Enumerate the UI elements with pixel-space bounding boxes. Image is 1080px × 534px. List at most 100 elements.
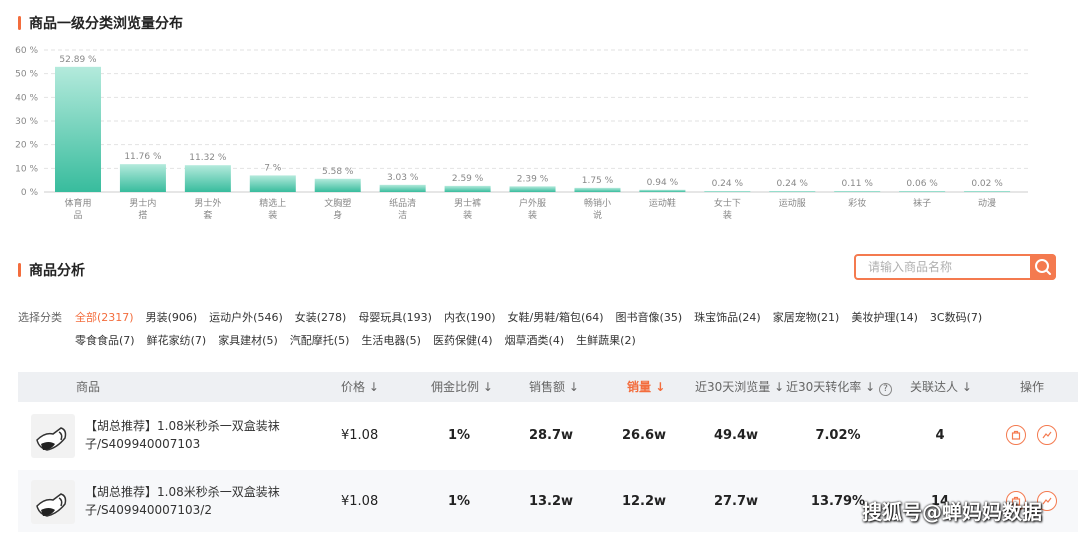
product-search (854, 254, 1056, 280)
data-label: 3.03 % (387, 173, 419, 183)
filter-option[interactable]: 3C数码(7) (930, 309, 982, 325)
x-tick-label: 袜子 (913, 197, 931, 209)
filter-option[interactable]: 内衣(190) (444, 309, 496, 325)
header-views30[interactable]: 近30天浏览量 ↓ (695, 372, 784, 402)
y-tick-label: 20 % (15, 141, 38, 151)
analysis-section-title: 商品分析 (18, 260, 85, 280)
bar[interactable] (379, 184, 426, 192)
shop-button[interactable] (1006, 425, 1026, 445)
data-label: 11.32 % (189, 153, 227, 163)
filter-option[interactable]: 烟草酒类(4) (505, 332, 565, 348)
bar[interactable] (509, 186, 556, 192)
filter-row: 全部(2317) 男装(906) 运动户外(546) 女装(278) 母婴玩具(193)… (75, 309, 1035, 332)
help-icon[interactable]: ? (878, 383, 892, 396)
product-name[interactable]: 【胡总推荐】1.08米秒杀一双盒装袜子/S409940007103 (85, 417, 285, 453)
x-tick-label: 身 (333, 209, 342, 221)
views30-cell: 27.7w (713, 493, 759, 509)
header-sales-volume[interactable]: 销量 ↓ (627, 372, 665, 402)
bar[interactable] (574, 187, 621, 192)
x-tick-label: 男士内 (129, 197, 156, 209)
bar[interactable] (639, 189, 686, 192)
x-tick-label: 户外服 (519, 197, 546, 209)
product-thumbnail[interactable] (31, 414, 75, 458)
filter-option[interactable]: 男装(906) (146, 309, 198, 325)
bar[interactable] (314, 178, 361, 192)
data-label: 0.24 % (777, 179, 809, 189)
data-label: 2.39 % (517, 174, 549, 184)
filter-option[interactable]: 家居宠物(21) (773, 309, 840, 325)
x-tick-label: 男士裤 (454, 197, 481, 209)
bar[interactable] (704, 191, 751, 192)
x-tick-label: 动漫 (978, 197, 996, 209)
search-icon (1035, 259, 1051, 275)
sales-volume-cell: 26.6w (621, 427, 667, 443)
data-label: 2.59 % (452, 174, 484, 184)
bar[interactable] (899, 191, 946, 192)
bar[interactable] (119, 164, 166, 192)
x-tick-label: 搭 (138, 209, 147, 221)
data-label: 11.76 % (124, 152, 162, 162)
filter-option[interactable]: 美妆护理(14) (851, 309, 918, 325)
header-ops: 操作 (1020, 380, 1045, 394)
filter-option[interactable]: 生活电器(5) (361, 332, 421, 348)
chart-section-title: 商品一级分类浏览量分布 (18, 13, 183, 33)
filter-option[interactable]: 全部(2317) (75, 309, 134, 325)
influencers-cell: 4 (935, 427, 945, 443)
bar[interactable] (55, 66, 101, 192)
filter-option[interactable]: 零食食品(7) (75, 332, 135, 348)
filter-row: 零食食品(7) 鲜花家纺(7) 家具建材(5) 汽配摩托(5) 生活电器(5) 医药保健(… (75, 332, 1035, 355)
header-influencers[interactable]: 关联达人 ↓ (910, 372, 972, 402)
search-input[interactable] (856, 256, 1030, 278)
data-label: 0.02 % (971, 179, 1003, 189)
product-thumbnail[interactable] (31, 480, 75, 524)
chart-title: 商品一级分类浏览量分布 (29, 16, 183, 32)
x-tick-label: 装 (268, 209, 277, 221)
filter-label: 选择分类 (18, 311, 62, 324)
bar[interactable] (444, 185, 491, 192)
category-filters: 全部(2317) 男装(906) 运动户外(546) 女装(278) 母婴玩具(193)… (75, 309, 1035, 355)
x-tick-label: 运动鞋 (649, 197, 676, 209)
data-label: 0.94 % (647, 178, 679, 188)
filter-option[interactable]: 图书音像(35) (616, 309, 683, 325)
filter-option[interactable]: 医药保健(4) (433, 332, 493, 348)
filter-option[interactable]: 母婴玩具(193) (358, 309, 432, 325)
data-label: 5.58 % (322, 167, 354, 177)
filter-option[interactable]: 汽配摩托(5) (290, 332, 350, 348)
x-tick-label: 装 (528, 209, 537, 221)
y-tick-label: 0 % (21, 188, 39, 198)
filter-option[interactable]: 家具建材(5) (218, 332, 278, 348)
analysis-title: 商品分析 (29, 263, 85, 279)
sales-amount-cell: 28.7w (528, 427, 574, 443)
bar[interactable] (184, 165, 231, 192)
header-price[interactable]: 价格 ↓ (341, 372, 379, 402)
bar[interactable] (964, 191, 1011, 192)
bar[interactable] (249, 175, 296, 192)
product-name[interactable]: 【胡总推荐】1.08米秒杀一双盒装袜子/S409940007103/2 (85, 483, 285, 519)
x-tick-label: 洁 (398, 209, 407, 221)
views30-cell: 49.4w (713, 427, 759, 443)
filter-option[interactable]: 生鲜蔬果(2) (576, 332, 636, 348)
y-tick-label: 60 % (15, 46, 38, 56)
header-commission[interactable]: 佣金比例 ↓ (431, 372, 493, 402)
filter-option[interactable]: 鲜花家纺(7) (147, 332, 207, 348)
filter-option[interactable]: 珠宝饰品(24) (694, 309, 761, 325)
trend-button[interactable] (1037, 425, 1057, 445)
header-sales-amount[interactable]: 销售额 ↓ (529, 372, 579, 402)
y-tick-label: 40 % (15, 93, 38, 103)
filter-option[interactable]: 女鞋/男鞋/箱包(64) (508, 309, 604, 325)
header-product: 商品 (76, 380, 101, 394)
bar[interactable] (834, 191, 881, 192)
search-button[interactable] (1030, 254, 1056, 280)
commission-cell: 1% (447, 427, 471, 443)
y-tick-label: 30 % (15, 117, 38, 127)
filter-option[interactable]: 女装(278) (295, 309, 347, 325)
title-accent-bar (18, 263, 21, 277)
header-conv30[interactable]: 近30天转化率 ↓ ? (786, 372, 892, 402)
data-label: 0.24 % (712, 179, 744, 189)
x-tick-label: 女士下 (714, 197, 741, 209)
sales-amount-cell: 13.2w (528, 493, 574, 509)
sock-product-image (36, 427, 67, 451)
data-label: 7 % (264, 163, 282, 173)
filter-option[interactable]: 运动户外(546) (209, 309, 283, 325)
bar[interactable] (769, 191, 816, 192)
